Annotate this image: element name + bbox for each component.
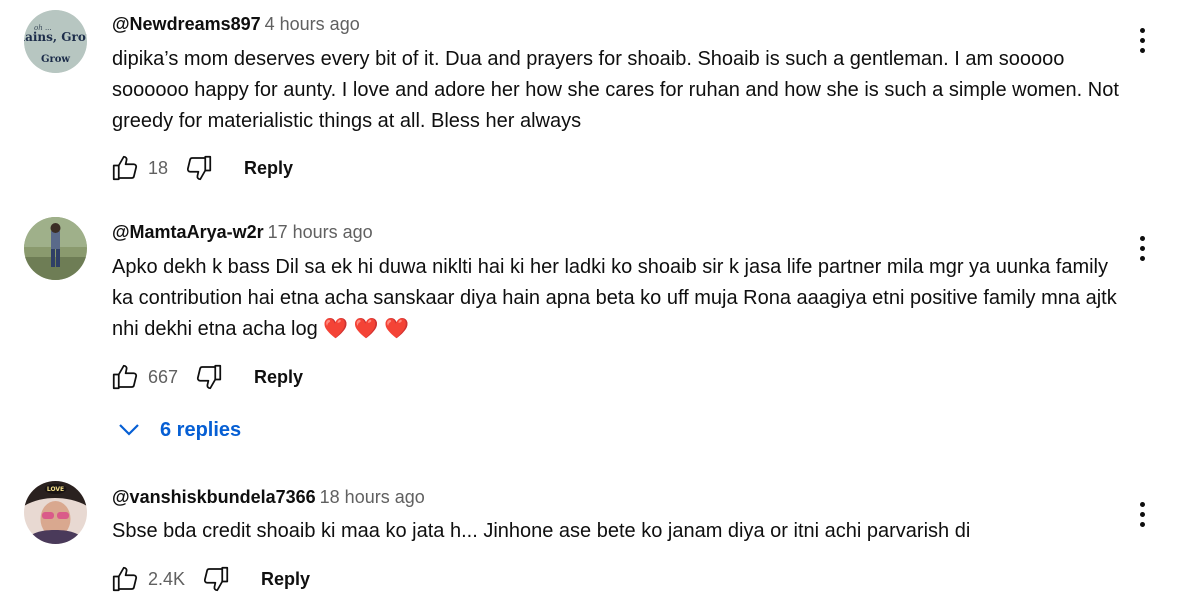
thumbs-down-icon[interactable] — [199, 562, 233, 596]
thumbs-down-icon[interactable] — [192, 360, 226, 394]
comment-header: @Newdreams897 4 hours ago — [112, 12, 360, 36]
like-count: 2.4K — [148, 568, 186, 589]
comment-actions: 18 Reply — [108, 150, 293, 186]
comment-text: dipika’s mom deserves every bit of it. D… — [112, 48, 1119, 132]
comment-actions: 2.4K Reply — [108, 561, 310, 597]
thumbs-up-icon[interactable] — [108, 360, 142, 394]
comment-time[interactable]: 4 hours ago — [265, 14, 360, 34]
reply-button[interactable]: Reply — [244, 158, 293, 179]
avatar-image: oh ... Rains, Grow Grow — [24, 10, 87, 73]
comment-time[interactable]: 18 hours ago — [320, 487, 425, 507]
svg-text:Grow: Grow — [41, 54, 70, 65]
avatar[interactable]: oh ... Rains, Grow Grow — [24, 10, 87, 73]
avatar[interactable] — [24, 217, 87, 280]
author-name[interactable]: @vanshiskbundela7366 — [112, 487, 316, 507]
view-replies-button[interactable]: 6 replies — [118, 414, 241, 446]
more-vert-icon[interactable] — [1130, 498, 1154, 530]
comment-text-content: Apko dekh k bass Dil sa ek hi duwa niklt… — [112, 256, 1117, 340]
like-count: 667 — [148, 366, 179, 387]
chevron-down-icon — [119, 424, 139, 436]
more-vert-icon[interactable] — [1130, 24, 1154, 56]
avatar-logo-text-1: Rains, Grow — [24, 30, 87, 44]
thumbs-up-icon[interactable] — [108, 151, 142, 185]
avatar-image — [24, 217, 87, 280]
more-vert-icon[interactable] — [1130, 232, 1154, 264]
comment-header: @MamtaArya-w2r 17 hours ago — [112, 220, 373, 244]
thumbs-up-icon[interactable] — [108, 562, 142, 596]
comment-text: Sbse bda credit shoaib ki maa ko jata h.… — [112, 520, 971, 542]
comment-time[interactable]: 17 hours ago — [268, 222, 373, 242]
comment-actions: 667 Reply — [108, 359, 303, 395]
avatar-image: LOVE — [24, 481, 87, 544]
heart-emojis: ❤️ ❤️ ❤️ — [323, 318, 410, 340]
author-name[interactable]: @Newdreams897 — [112, 14, 261, 34]
avatar-logo-text-3: LOVE — [47, 486, 64, 493]
thumbs-down-icon[interactable] — [182, 151, 216, 185]
comment-text: Apko dekh k bass Dil sa ek hi duwa niklt… — [112, 252, 1122, 345]
reply-button[interactable]: Reply — [254, 367, 303, 388]
author-name[interactable]: @MamtaArya-w2r — [112, 222, 264, 242]
reply-button[interactable]: Reply — [261, 569, 310, 590]
like-count: 18 — [148, 157, 169, 178]
avatar[interactable]: LOVE — [24, 481, 87, 544]
replies-count-label: 6 replies — [160, 418, 242, 441]
comment-header: @vanshiskbundela7366 18 hours ago — [112, 485, 425, 509]
